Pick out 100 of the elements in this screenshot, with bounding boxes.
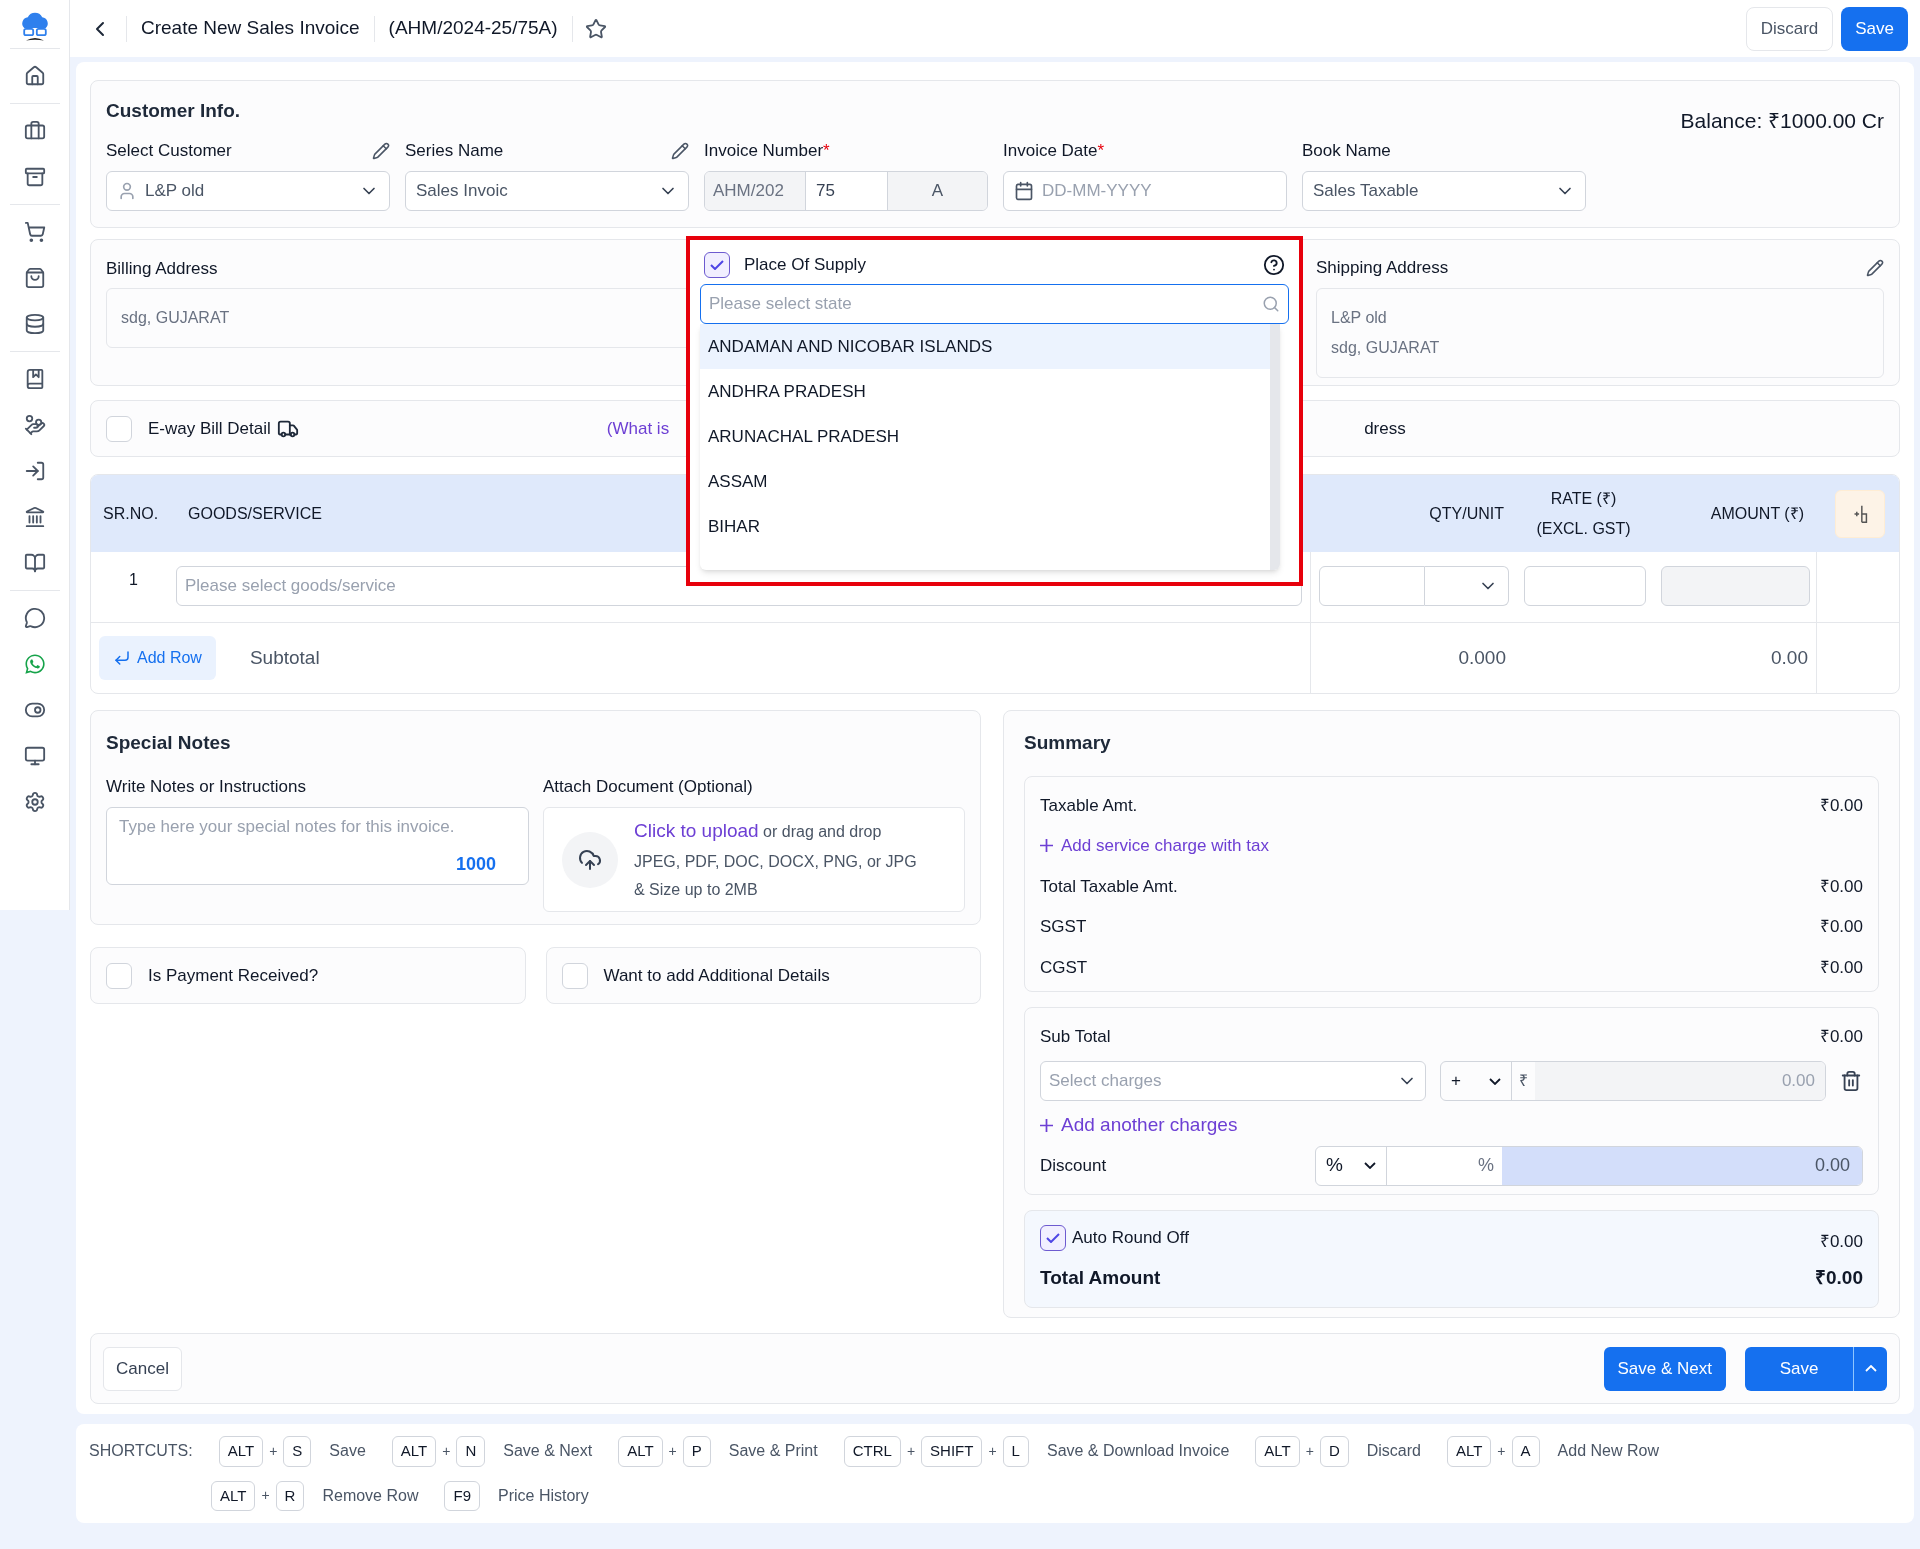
field-label: Invoice Date* <box>1003 139 1105 162</box>
select-field[interactable]: Sales Invoic <box>405 170 689 211</box>
edit-icon[interactable] <box>1866 259 1884 277</box>
row-number: 1 <box>128 570 139 590</box>
plus-sign: + <box>1305 1441 1314 1461</box>
cancel-button[interactable]: Cancel <box>103 1346 182 1391</box>
bag-icon[interactable] <box>23 267 46 289</box>
checkbox[interactable] <box>704 252 730 278</box>
plus-sign: + <box>261 1486 270 1506</box>
open-book-icon[interactable] <box>23 552 46 574</box>
section-title: Special Notes <box>106 732 231 753</box>
edit-icon[interactable] <box>671 141 689 160</box>
shortcut-action: Save & Print <box>728 1441 818 1462</box>
field-label: Write Notes or Instructions <box>106 775 307 798</box>
summary-label: Taxable Amt. <box>1040 794 1138 817</box>
plus-sign: + <box>442 1441 451 1461</box>
save-options-button[interactable] <box>1853 1346 1887 1391</box>
column-header: SR.NO. <box>103 503 159 524</box>
subtotal-label: Subtotal <box>249 645 320 670</box>
shortcuts-label: SHORTCUTS: <box>89 1441 193 1462</box>
state-option[interactable]: ANDAMAN AND NICOBAR ISLANDS <box>700 323 1270 369</box>
rate-field[interactable] <box>1524 566 1646 606</box>
discount-amount: 0.00 <box>1502 1146 1862 1185</box>
notes-field[interactable]: Type here your special notes for this invoice. 1000 <box>106 807 529 885</box>
star-icon[interactable] <box>584 17 607 40</box>
service-charge-link[interactable]: Add service charge with tax <box>1040 833 1269 859</box>
key-cap: L <box>1002 1436 1029 1467</box>
field-label: Series Name <box>405 139 504 162</box>
plus-sign: + <box>906 1441 916 1461</box>
column-header: RATE (₹) (EXCL. GST) <box>1536 488 1631 539</box>
address-line: sdg, GUJARAT <box>1331 338 1441 358</box>
archive-icon[interactable] <box>23 166 46 188</box>
discount-unit-select[interactable]: % <box>1316 1146 1386 1185</box>
bank-icon[interactable] <box>23 506 46 528</box>
discount-field[interactable]: % % 0.00 <box>1315 1145 1863 1186</box>
summary-value: ₹0.00 <box>1819 956 1863 979</box>
key-cap: ALT <box>218 1436 264 1467</box>
format-text: JPEG, PDF, DOC, DOCX, PNG, or JPG <box>634 851 917 872</box>
search-icon <box>1262 294 1280 313</box>
monitor-icon[interactable] <box>23 745 46 767</box>
help-icon[interactable] <box>1263 254 1285 276</box>
discard-button[interactable]: Discard <box>1745 6 1834 51</box>
database-icon[interactable] <box>23 313 46 335</box>
plus-sign: + <box>668 1441 677 1461</box>
person-icon <box>117 180 137 201</box>
balance-text: Balance: ₹1000.00 Cr <box>1680 108 1884 134</box>
whatsapp-icon[interactable] <box>23 653 46 675</box>
summary-value: ₹0.00 <box>1819 875 1863 898</box>
key-cap: ALT <box>1255 1436 1300 1467</box>
quantity-total: 0.000 <box>1457 645 1507 670</box>
save-next-button[interactable]: Save & Next <box>1603 1346 1726 1391</box>
key-cap: P <box>682 1436 711 1467</box>
option-label: Want to add Additional Details <box>603 964 830 987</box>
upload-link[interactable]: Click to upload <box>634 820 759 842</box>
section-title: Customer Info. <box>106 99 241 123</box>
edit-icon[interactable] <box>372 141 390 160</box>
summary-value: ₹0.00 <box>1819 1230 1863 1253</box>
upload-area[interactable]: Click to upload or drag and drop JPEG, PDF, DOC, DOCX, PNG, or JPG & Size up to 2MB <box>543 807 965 912</box>
summary-value: ₹0.00 <box>1819 794 1863 817</box>
add-row-button[interactable]: Add Row <box>99 636 216 680</box>
plus-sign: + <box>1497 1441 1506 1461</box>
round-off-label: Auto Round Off <box>1072 1226 1189 1249</box>
select-field[interactable]: L&P old <box>106 170 390 211</box>
checkbox[interactable] <box>1040 1224 1066 1251</box>
eway-text: dress <box>1364 417 1406 440</box>
key-cap: ALT <box>211 1480 256 1511</box>
page-title: Create New Sales Invoice <box>141 16 360 41</box>
delete-icon[interactable] <box>1840 1070 1862 1092</box>
key-cap: ALT <box>1446 1436 1492 1467</box>
invoice-code: (AHM/2024-25/75A) <box>388 16 558 41</box>
insert-column-button[interactable] <box>1835 489 1885 538</box>
plus-icon <box>1040 839 1053 853</box>
save-button[interactable]: Save <box>1745 1346 1853 1391</box>
chat-icon[interactable] <box>23 607 46 629</box>
add-charges-link[interactable]: Add another charges <box>1040 1111 1238 1140</box>
field-label: Shipping Address <box>1316 257 1449 280</box>
home-icon[interactable] <box>23 65 46 87</box>
size-text: & Size up to 2MB <box>634 879 759 900</box>
settings-icon[interactable] <box>23 791 46 813</box>
column-header: GOODS/SERVICE <box>188 503 322 524</box>
key-cap: N <box>456 1436 486 1467</box>
key-cap: D <box>1319 1436 1349 1467</box>
discount-label: Discount <box>1040 1154 1107 1177</box>
select-field[interactable]: Sales Taxable <box>1302 170 1586 211</box>
quantity-field[interactable] <box>1319 566 1425 606</box>
eway-label: E-way Bill Detail <box>148 417 271 440</box>
summary-value: ₹0.00 <box>1819 916 1863 938</box>
hand-coins-icon[interactable] <box>23 414 46 436</box>
cart-icon[interactable] <box>23 221 46 243</box>
info-link[interactable]: (What is <box>606 415 670 442</box>
login-icon[interactable] <box>23 460 46 482</box>
plus-icon <box>1040 1118 1053 1132</box>
save-button[interactable]: Save <box>1841 6 1908 51</box>
briefcase-icon[interactable] <box>23 120 46 142</box>
shortcut-action: Add New Row <box>1557 1441 1659 1462</box>
shortcut-action: Save & Download Invoice <box>1046 1441 1230 1462</box>
field-label: Attach Document (Optional) <box>543 775 754 798</box>
key-cap: SHIFT <box>921 1436 983 1467</box>
summary-label: Total Taxable Amt. <box>1040 875 1178 898</box>
field-label: Place Of Supply <box>744 254 866 277</box>
